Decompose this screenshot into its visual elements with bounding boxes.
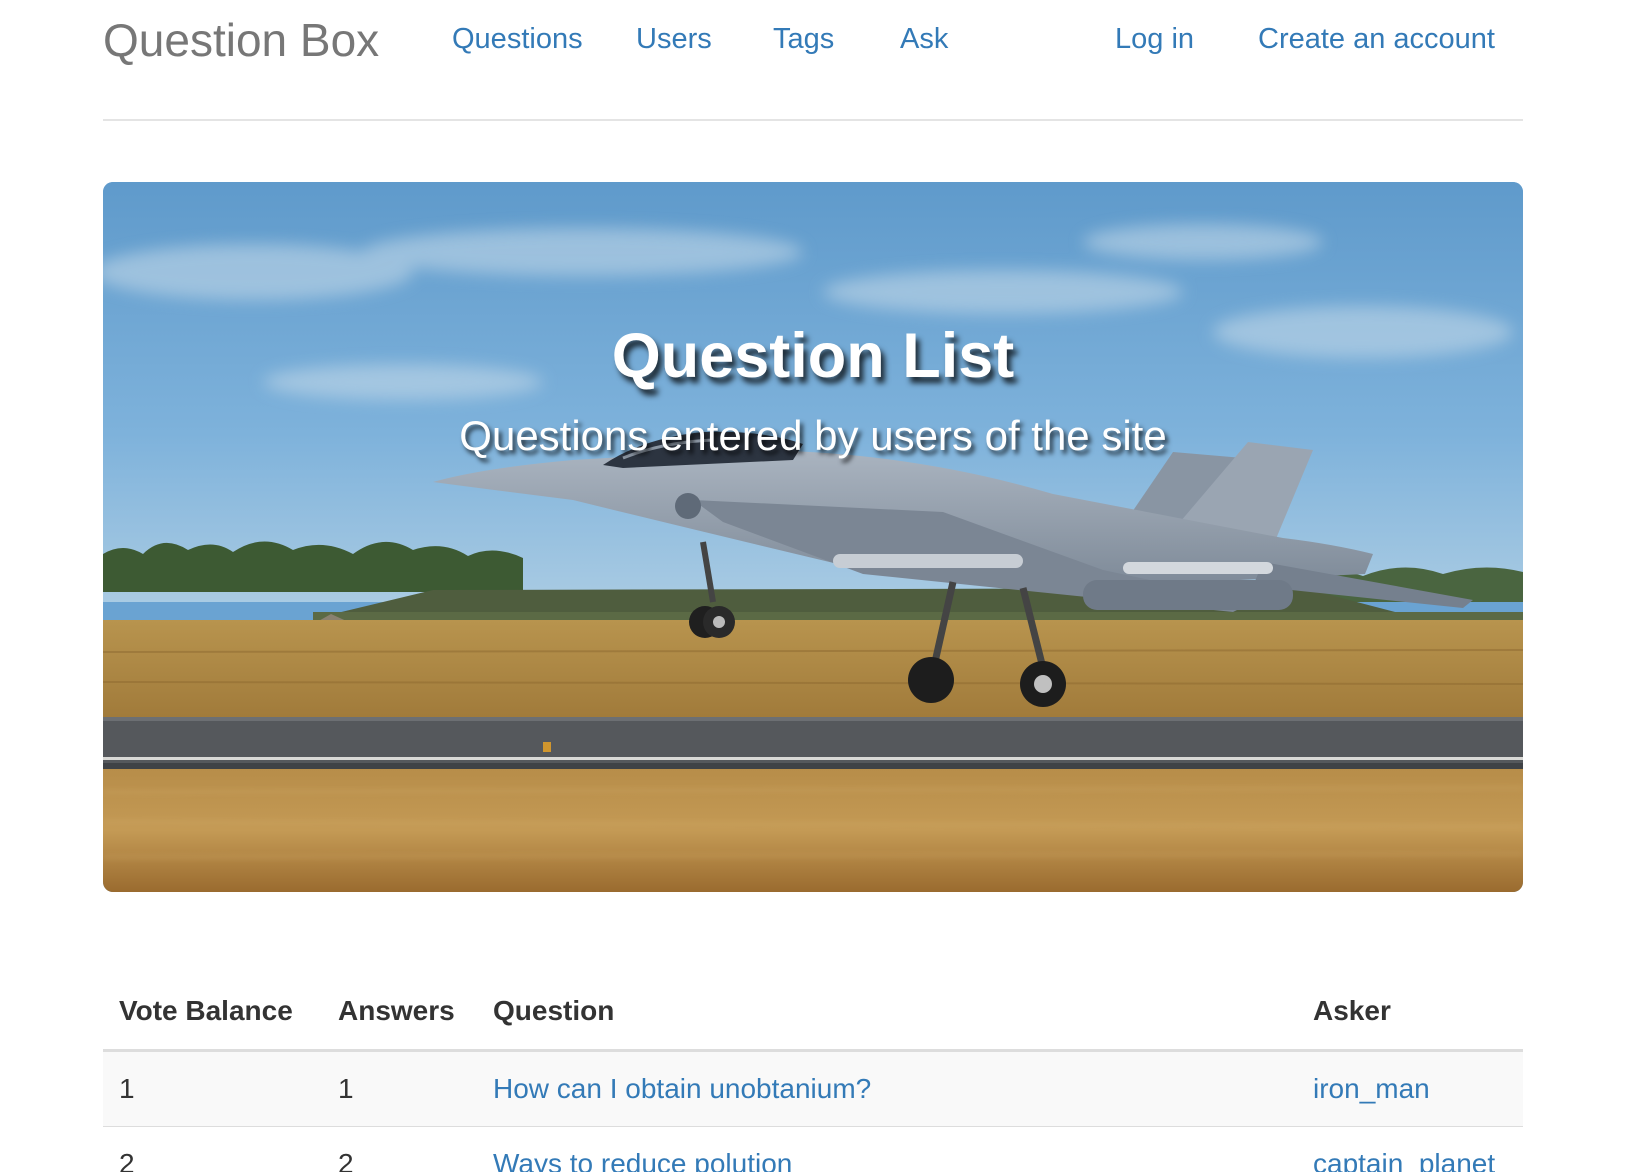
hero-banner: Question List Questions entered by users… <box>103 182 1523 892</box>
nav-link-ask[interactable]: Ask <box>900 20 948 58</box>
asker-cell: iron_man <box>1297 1050 1523 1127</box>
asker-cell: captain_planet <box>1297 1126 1523 1172</box>
question-table-body: 1 1 How can I obtain unobtanium? iron_ma… <box>103 1050 1523 1172</box>
top-navbar: Question Box Questions Users Tags Ask Lo… <box>103 0 1523 80</box>
asker-link[interactable]: captain_planet <box>1313 1148 1495 1172</box>
table-row: 2 2 Ways to reduce polution captain_plan… <box>103 1126 1523 1172</box>
question-cell: Ways to reduce polution <box>477 1126 1297 1172</box>
header-answers: Answers <box>322 974 477 1052</box>
question-table: Vote Balance Answers Question Asker 1 1 … <box>103 974 1523 1172</box>
table-row: 1 1 How can I obtain unobtanium? iron_ma… <box>103 1050 1523 1127</box>
nav-link-questions[interactable]: Questions <box>452 20 583 58</box>
question-cell: How can I obtain unobtanium? <box>477 1050 1297 1127</box>
vote-balance-cell: 1 <box>103 1050 322 1127</box>
question-link[interactable]: How can I obtain unobtanium? <box>493 1073 871 1104</box>
answers-cell: 1 <box>322 1050 477 1127</box>
question-link[interactable]: Ways to reduce polution <box>493 1148 792 1172</box>
nav-link-create-account[interactable]: Create an account <box>1258 20 1495 58</box>
brand-link[interactable]: Question Box <box>103 12 379 68</box>
fighter-jet-photo <box>103 182 1523 892</box>
header-vote-balance: Vote Balance <box>103 974 322 1052</box>
hero-title: Question List <box>611 321 1015 391</box>
header-asker: Asker <box>1297 974 1523 1052</box>
vote-balance-cell: 2 <box>103 1126 322 1172</box>
hero-subtitle: Questions entered by users of the site <box>459 412 1167 459</box>
header-question: Question <box>477 974 1297 1052</box>
question-table-header: Vote Balance Answers Question Asker <box>103 974 1523 1052</box>
nav-link-tags[interactable]: Tags <box>773 20 834 58</box>
page: Question Box Questions Users Tags Ask Lo… <box>0 0 1626 1172</box>
navbar-divider <box>103 119 1523 121</box>
nav-link-login[interactable]: Log in <box>1115 20 1194 58</box>
answers-cell: 2 <box>322 1126 477 1172</box>
asker-link[interactable]: iron_man <box>1313 1073 1430 1104</box>
header-row: Vote Balance Answers Question Asker <box>103 974 1523 1052</box>
nav-link-users[interactable]: Users <box>636 20 712 58</box>
